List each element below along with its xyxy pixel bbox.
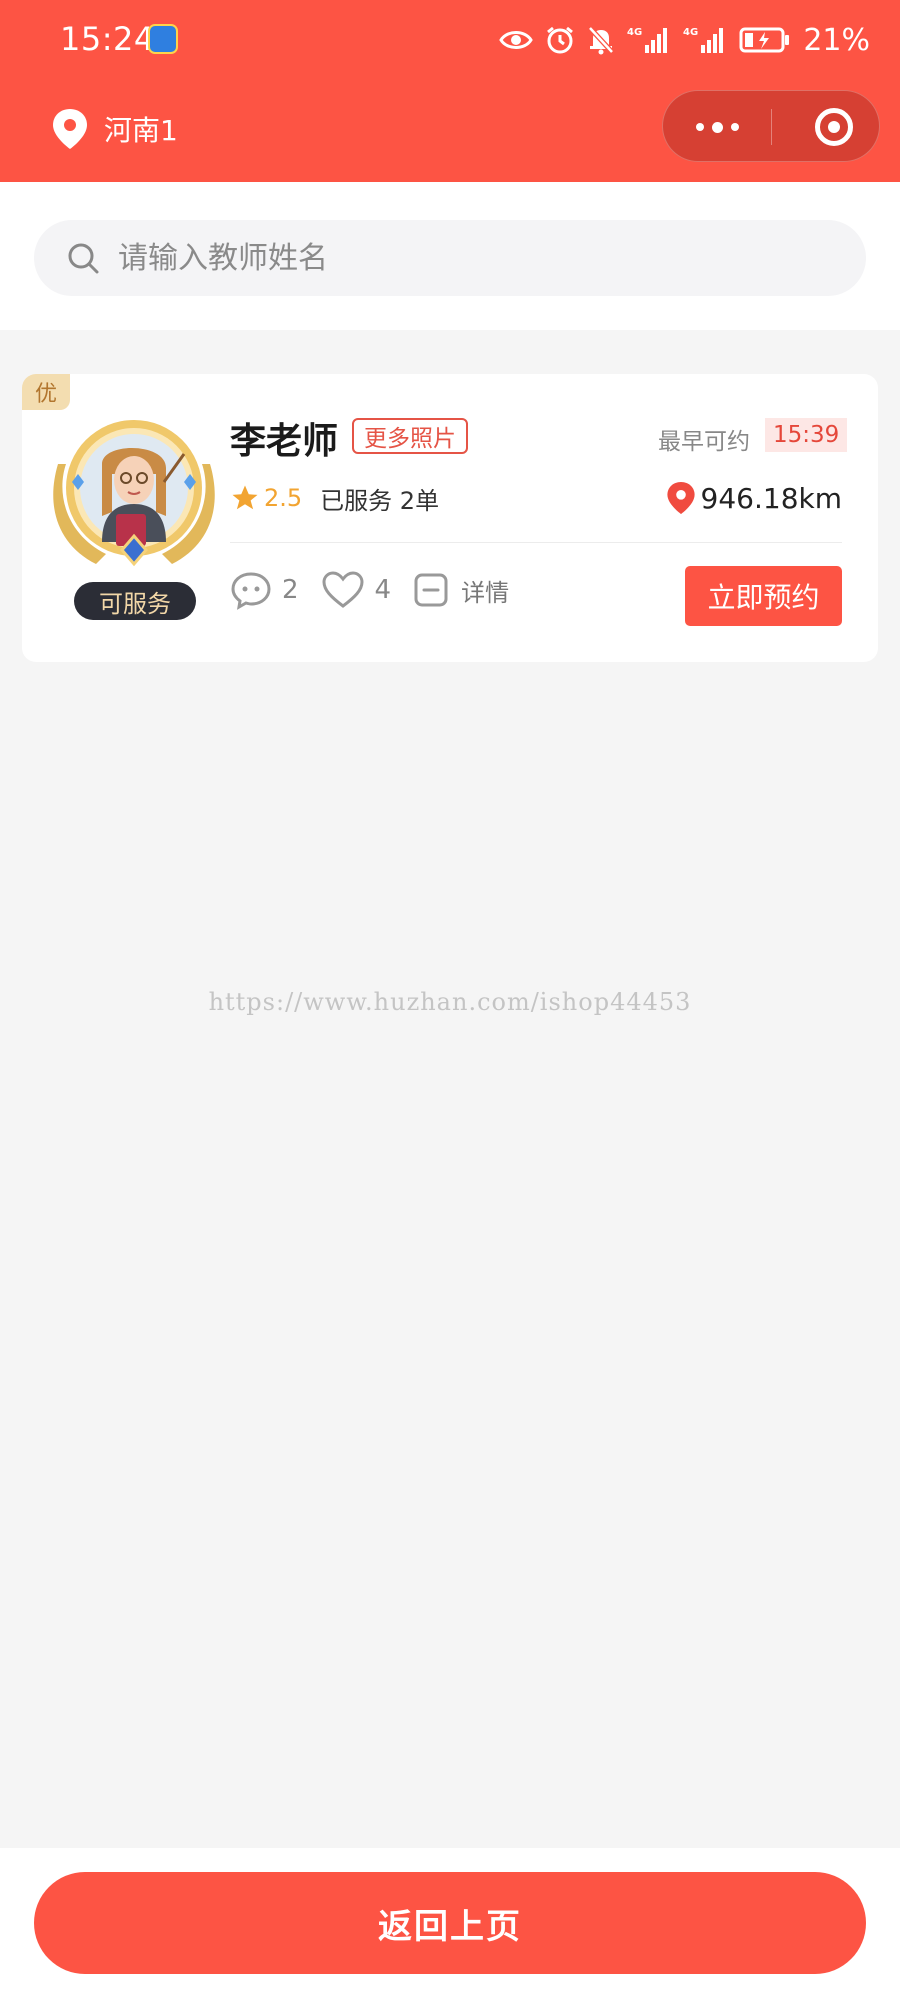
search-input[interactable] <box>118 240 818 276</box>
search-bar <box>0 182 900 330</box>
search-box <box>34 220 866 296</box>
card-actions: 2 4 详情 <box>230 568 509 612</box>
availability-badge: 可服务 <box>74 582 196 620</box>
app-badge-icon <box>148 24 178 54</box>
back-button[interactable]: 返回上页 <box>34 1872 866 1974</box>
top-header: 15:24 4G 4G 21% 河南1 <box>0 0 900 182</box>
eye-icon <box>499 31 534 49</box>
rating-value: 2.5 <box>264 484 303 512</box>
heart-icon[interactable] <box>321 570 365 610</box>
alarm-icon <box>547 26 574 54</box>
signal-4g-icon: 4G <box>683 27 724 53</box>
distance-row: 946.18km <box>665 478 842 518</box>
teacher-name: 李老师 <box>230 421 339 462</box>
battery-charging-icon <box>739 27 790 53</box>
battery-percent: 21% <box>803 22 870 58</box>
location-text: 河南1 <box>104 114 178 147</box>
bell-off-icon <box>588 26 615 55</box>
status-time: 15:24 <box>60 20 155 58</box>
detail-icon[interactable] <box>413 572 449 608</box>
location-pin-icon <box>53 109 87 149</box>
detail-link[interactable]: 详情 <box>461 573 509 608</box>
svg-text:4G: 4G <box>627 27 642 38</box>
book-now-button[interactable]: 立即预约 <box>685 566 842 626</box>
footer-bar: 返回上页 <box>0 1848 900 2000</box>
rating-row: 2.5 已服务 2单 <box>230 478 439 518</box>
star-icon <box>232 485 258 510</box>
signal-4g-icon: 4G <box>627 27 668 53</box>
more-dots-icon[interactable] <box>663 91 771 163</box>
more-photos-button[interactable]: 更多照片 <box>352 418 468 454</box>
watermark-text: https://www.huzhan.com/ishop44453 <box>208 988 692 1016</box>
like-count: 4 <box>374 575 392 605</box>
capsule-divider <box>771 109 772 145</box>
mini-program-capsule <box>662 90 880 162</box>
target-icon[interactable] <box>815 108 853 146</box>
search-icon <box>68 243 99 274</box>
location-selector[interactable]: 河南1 <box>50 104 178 154</box>
comment-count: 2 <box>282 575 299 605</box>
svg-text:4G: 4G <box>683 27 698 38</box>
status-bar: 15:24 4G 4G 21% <box>0 0 900 80</box>
distance-value: 946.18km <box>700 481 842 515</box>
served-count: 已服务 2单 <box>320 486 440 515</box>
earliest-available-time: 15:39 <box>765 418 848 452</box>
card-divider <box>230 542 842 543</box>
location-pin-icon <box>666 482 695 514</box>
status-icons: 4G 4G 21% <box>499 20 870 60</box>
teacher-avatar <box>53 420 215 567</box>
teacher-card[interactable]: 优 可服务 李老师 更多照片 最早可约 15:39 2.5 已服务 2单 946… <box>22 374 878 662</box>
earliest-available-label: 最早可约 <box>658 429 750 455</box>
comment-icon[interactable] <box>230 570 272 610</box>
